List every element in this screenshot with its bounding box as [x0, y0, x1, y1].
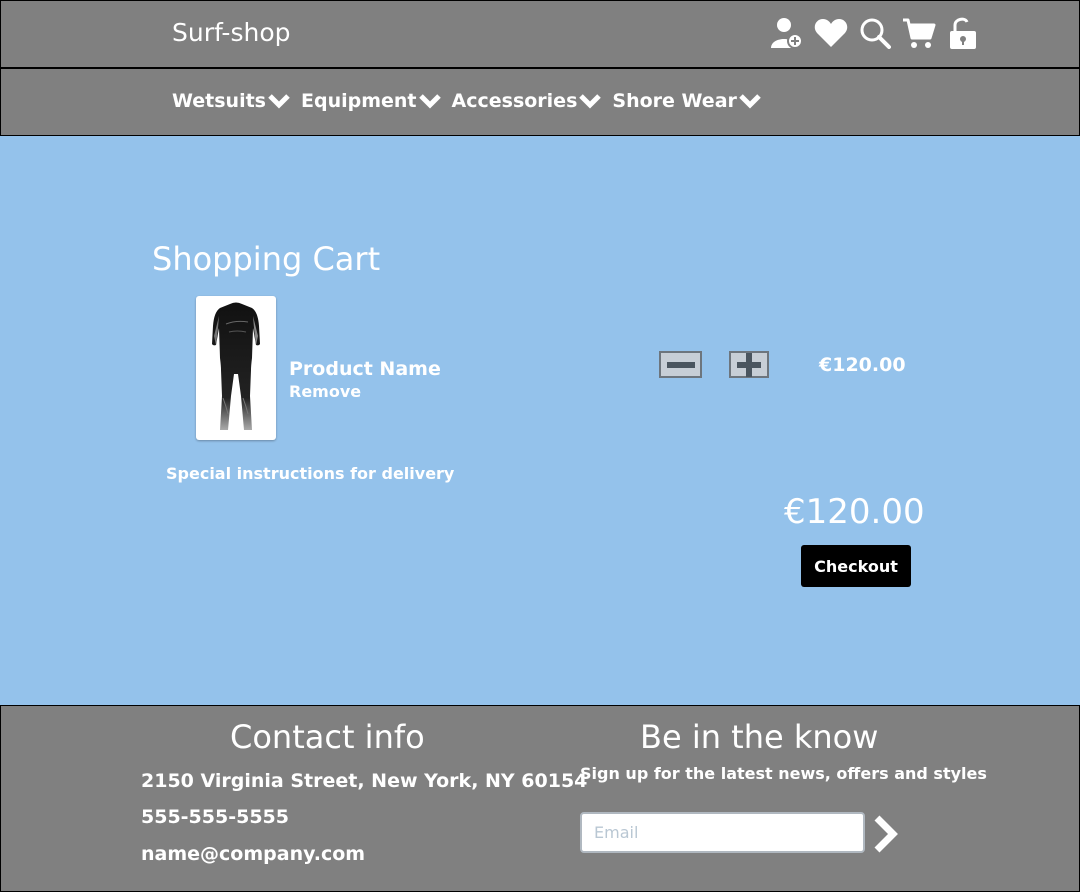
newsletter-subtitle: Sign up for the latest news, offers and …: [580, 764, 987, 783]
newsletter-title: Be in the know: [640, 718, 879, 756]
footer: Contact info 2150 Virginia Street, New Y…: [0, 705, 1080, 892]
quantity-increase-button[interactable]: [729, 351, 769, 378]
search-icon[interactable]: [857, 15, 893, 51]
chevron-down-icon: [579, 94, 602, 109]
heart-icon[interactable]: [813, 15, 849, 51]
unlock-icon[interactable]: [945, 15, 981, 51]
contact-email: name@company.com: [141, 843, 366, 865]
contact-address: 2150 Virginia Street, New York, NY 60154: [141, 770, 588, 792]
nav-item-shore-wear[interactable]: Shore Wear: [612, 90, 762, 112]
header-icons: [769, 15, 989, 51]
top-header: Surf-shop: [0, 0, 1080, 68]
add-user-icon[interactable]: [769, 15, 805, 51]
special-instructions-link[interactable]: Special instructions for delivery: [166, 464, 454, 483]
chevron-right-icon[interactable]: [872, 814, 902, 854]
contact-phone: 555-555-5555: [141, 806, 289, 828]
minus-icon: [666, 361, 695, 368]
plus-icon: [737, 352, 761, 377]
email-field[interactable]: [580, 812, 865, 853]
chevron-down-icon: [739, 94, 761, 109]
cart-total: €120.00: [784, 492, 925, 532]
chevron-down-icon: [268, 94, 290, 109]
nav-item-equipment[interactable]: Equipment: [301, 90, 442, 112]
remove-link[interactable]: Remove: [289, 382, 361, 401]
cart-icon[interactable]: [901, 15, 937, 51]
contact-title: Contact info: [230, 718, 425, 756]
site-logo[interactable]: Surf-shop: [172, 18, 290, 47]
category-nav: Wetsuits Equipment Accessories Shore Wea…: [0, 68, 1080, 136]
line-item-price: €120.00: [819, 354, 906, 376]
quantity-decrease-button[interactable]: [659, 351, 702, 378]
product-name[interactable]: Product Name: [289, 358, 441, 380]
nav-item-accessories[interactable]: Accessories: [452, 90, 603, 112]
chevron-down-icon: [418, 94, 441, 109]
checkout-button[interactable]: Checkout: [801, 545, 911, 587]
product-image[interactable]: [196, 296, 276, 440]
page-title: Shopping Cart: [152, 240, 381, 278]
cart-section: Shopping Cart Product Name Remove €120.0…: [0, 136, 1080, 704]
nav-item-wetsuits[interactable]: Wetsuits: [172, 90, 291, 112]
